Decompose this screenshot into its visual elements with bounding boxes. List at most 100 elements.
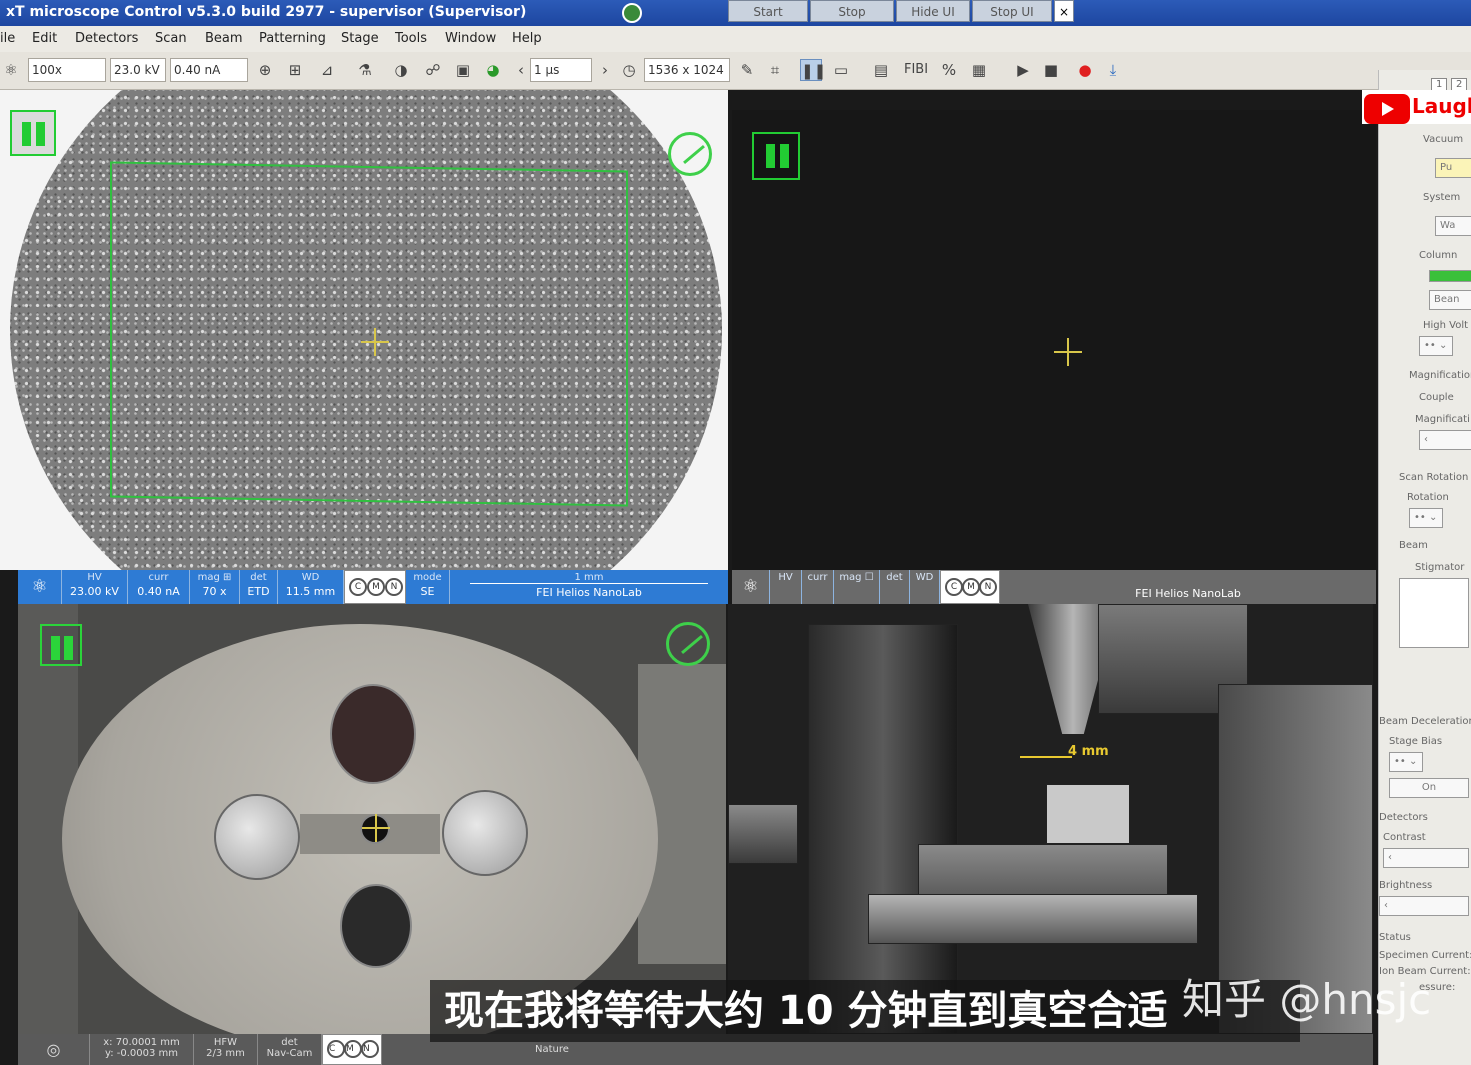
menu-file[interactable]: ile (0, 31, 15, 46)
pause-button[interactable] (40, 624, 82, 666)
youtube-icon (1364, 94, 1410, 124)
pie-icon[interactable]: ◕ (482, 59, 504, 81)
menu-tools[interactable]: Tools (395, 31, 427, 46)
instrument-cell: FEI Helios NanoLab (1135, 587, 1241, 600)
record-icon[interactable]: ● (1074, 59, 1096, 81)
title-bar: xT microscope Control v5.3.0 build 2977 … (0, 0, 1471, 26)
det-cell: det ETD (240, 570, 278, 604)
atom-icon: ⚛ (732, 570, 770, 604)
contrast-icon[interactable]: ◑ (390, 59, 412, 81)
high-voltage-label: High Volt (1423, 320, 1469, 331)
camera-icon[interactable]: ⌗ (764, 59, 786, 81)
stigmator-label: Stigmator (1415, 562, 1465, 573)
window-title: xT microscope Control v5.3.0 build 2977 … (6, 4, 527, 20)
flask-icon[interactable]: ⚗ (354, 59, 376, 81)
menu-edit[interactable]: Edit (32, 31, 57, 46)
current-field[interactable]: 0.40 nA (170, 58, 248, 82)
fibi-icon[interactable]: FIBI (904, 59, 928, 81)
column-status-bar (1429, 270, 1471, 282)
pause-button[interactable] (10, 110, 56, 156)
scale-instrument-cell: 1 mm FEI Helios NanoLab (450, 570, 728, 604)
dwell-time-field[interactable]: 1 µs (530, 58, 592, 82)
menu-scan[interactable]: Scan (155, 31, 187, 46)
stigmator-pad[interactable] (1399, 578, 1469, 648)
atom-icon[interactable]: ⚛ (0, 59, 22, 81)
crosshair-icon[interactable]: ⊕ (254, 59, 276, 81)
high-voltage-field[interactable]: 23.0 kV (110, 58, 166, 82)
play-icon[interactable]: ▶ (1012, 59, 1034, 81)
chevron-left-icon[interactable]: ‹ (510, 59, 532, 81)
couple-checkbox[interactable]: Couple (1419, 392, 1454, 403)
stop-ui-button[interactable]: Stop UI (972, 0, 1052, 22)
menu-patterning[interactable]: Patterning (259, 31, 326, 46)
system-label: System (1423, 192, 1461, 203)
brightness-label: Brightness (1379, 880, 1433, 891)
magnification-slider[interactable]: ‹ (1419, 430, 1471, 450)
curr-cell: curr 0.40 nA (128, 570, 190, 604)
magnification-field[interactable]: 100x (28, 58, 106, 82)
control-panel: 1 2 Vacuum Pu System Wa Column Bean High… (1378, 70, 1471, 1065)
chamber-port (728, 804, 798, 864)
download-icon[interactable]: ⤓ (1102, 59, 1124, 81)
contrast-slider[interactable]: ‹ (1383, 848, 1469, 868)
menu-help[interactable]: Help (512, 31, 542, 46)
menu-beam[interactable]: Beam (205, 31, 243, 46)
menu-detectors[interactable]: Detectors (75, 31, 138, 46)
hide-ui-button[interactable]: Hide UI (896, 0, 970, 22)
box-icon[interactable]: ⊞ (284, 59, 306, 81)
menu-stage[interactable]: Stage (341, 31, 379, 46)
pump-button[interactable]: Pu (1435, 158, 1471, 178)
rotation-spinner[interactable]: •• ⌄ (1409, 508, 1443, 528)
quad-ion-image[interactable] (732, 110, 1376, 570)
stage-bias-spinner[interactable]: •• ⌄ (1389, 752, 1423, 772)
navigation-icon[interactable] (666, 622, 710, 666)
cmn-logo: CMN (322, 1034, 382, 1065)
clock-icon[interactable]: ◷ (618, 59, 640, 81)
youtube-channel-text: Laugh (1412, 94, 1471, 118)
atom-icon: ⚛ (18, 570, 62, 604)
menu-window[interactable]: Window (445, 31, 496, 46)
databar-quad1: ⚛ HV 23.00 kV curr 0.40 nA mag ⊞ 70 x det ET… (18, 570, 728, 604)
brightness-slider[interactable]: ‹ (1379, 896, 1469, 916)
sample-stub-right (442, 790, 528, 876)
scan-mode-icon[interactable]: ▭ (830, 59, 852, 81)
pause-icon[interactable]: ❚❚ (800, 59, 826, 81)
close-icon[interactable]: × (1054, 0, 1074, 22)
cmn-logo: CMN (344, 570, 406, 604)
quad-electron-image[interactable] (0, 90, 728, 570)
rotation-label: Rotation (1407, 492, 1449, 503)
high-voltage-spinner[interactable]: •• ⌄ (1419, 336, 1453, 356)
start-button[interactable]: Start (728, 0, 808, 22)
layout-icon[interactable]: ▦ (968, 59, 990, 81)
navigation-icon[interactable] (668, 132, 712, 176)
tool-icon[interactable]: ✎ (736, 59, 758, 81)
stop-button[interactable]: Stop (810, 0, 894, 22)
sample-plate (1046, 784, 1130, 844)
mode-cell: mode SE (406, 570, 450, 604)
chevron-right-icon[interactable]: › (594, 59, 616, 81)
wd-cell: WD 11.5 mm (278, 570, 344, 604)
detector-icon[interactable]: ☍ (422, 59, 444, 81)
percent-icon[interactable]: % (938, 59, 960, 81)
beam-deceleration-label: Beam Deceleration (1379, 716, 1471, 727)
pause-button[interactable] (752, 132, 800, 180)
stage-bias-on-button[interactable]: On (1389, 778, 1469, 798)
stage-base (868, 894, 1198, 944)
video-subtitle: 现在我将等待大约 10 分钟直到真空合适 (430, 980, 1300, 1042)
instrument-name: FEI Helios NanoLab (536, 586, 642, 599)
beam-label: Beam (1399, 540, 1428, 551)
wake-button[interactable]: Wa (1435, 216, 1471, 236)
wd-annotation: 4 mm (1068, 744, 1109, 759)
scale-bar: 1 mm (470, 572, 708, 584)
beam-on-button[interactable]: Bean (1429, 290, 1471, 310)
resolution-field[interactable]: 1536 x 1024 (644, 58, 730, 82)
quad-navcam[interactable] (18, 604, 726, 1034)
det-cell: det Nav-Cam (258, 1034, 322, 1065)
compass-icon: ◎ (18, 1034, 90, 1065)
det-cell: det (880, 570, 910, 604)
measure-icon[interactable]: ⊿ (316, 59, 338, 81)
sample-holder-bottom (340, 884, 412, 968)
image-icon[interactable]: ▣ (452, 59, 474, 81)
stop-icon[interactable]: ■ (1040, 59, 1062, 81)
screen-icon[interactable]: ▤ (870, 59, 892, 81)
